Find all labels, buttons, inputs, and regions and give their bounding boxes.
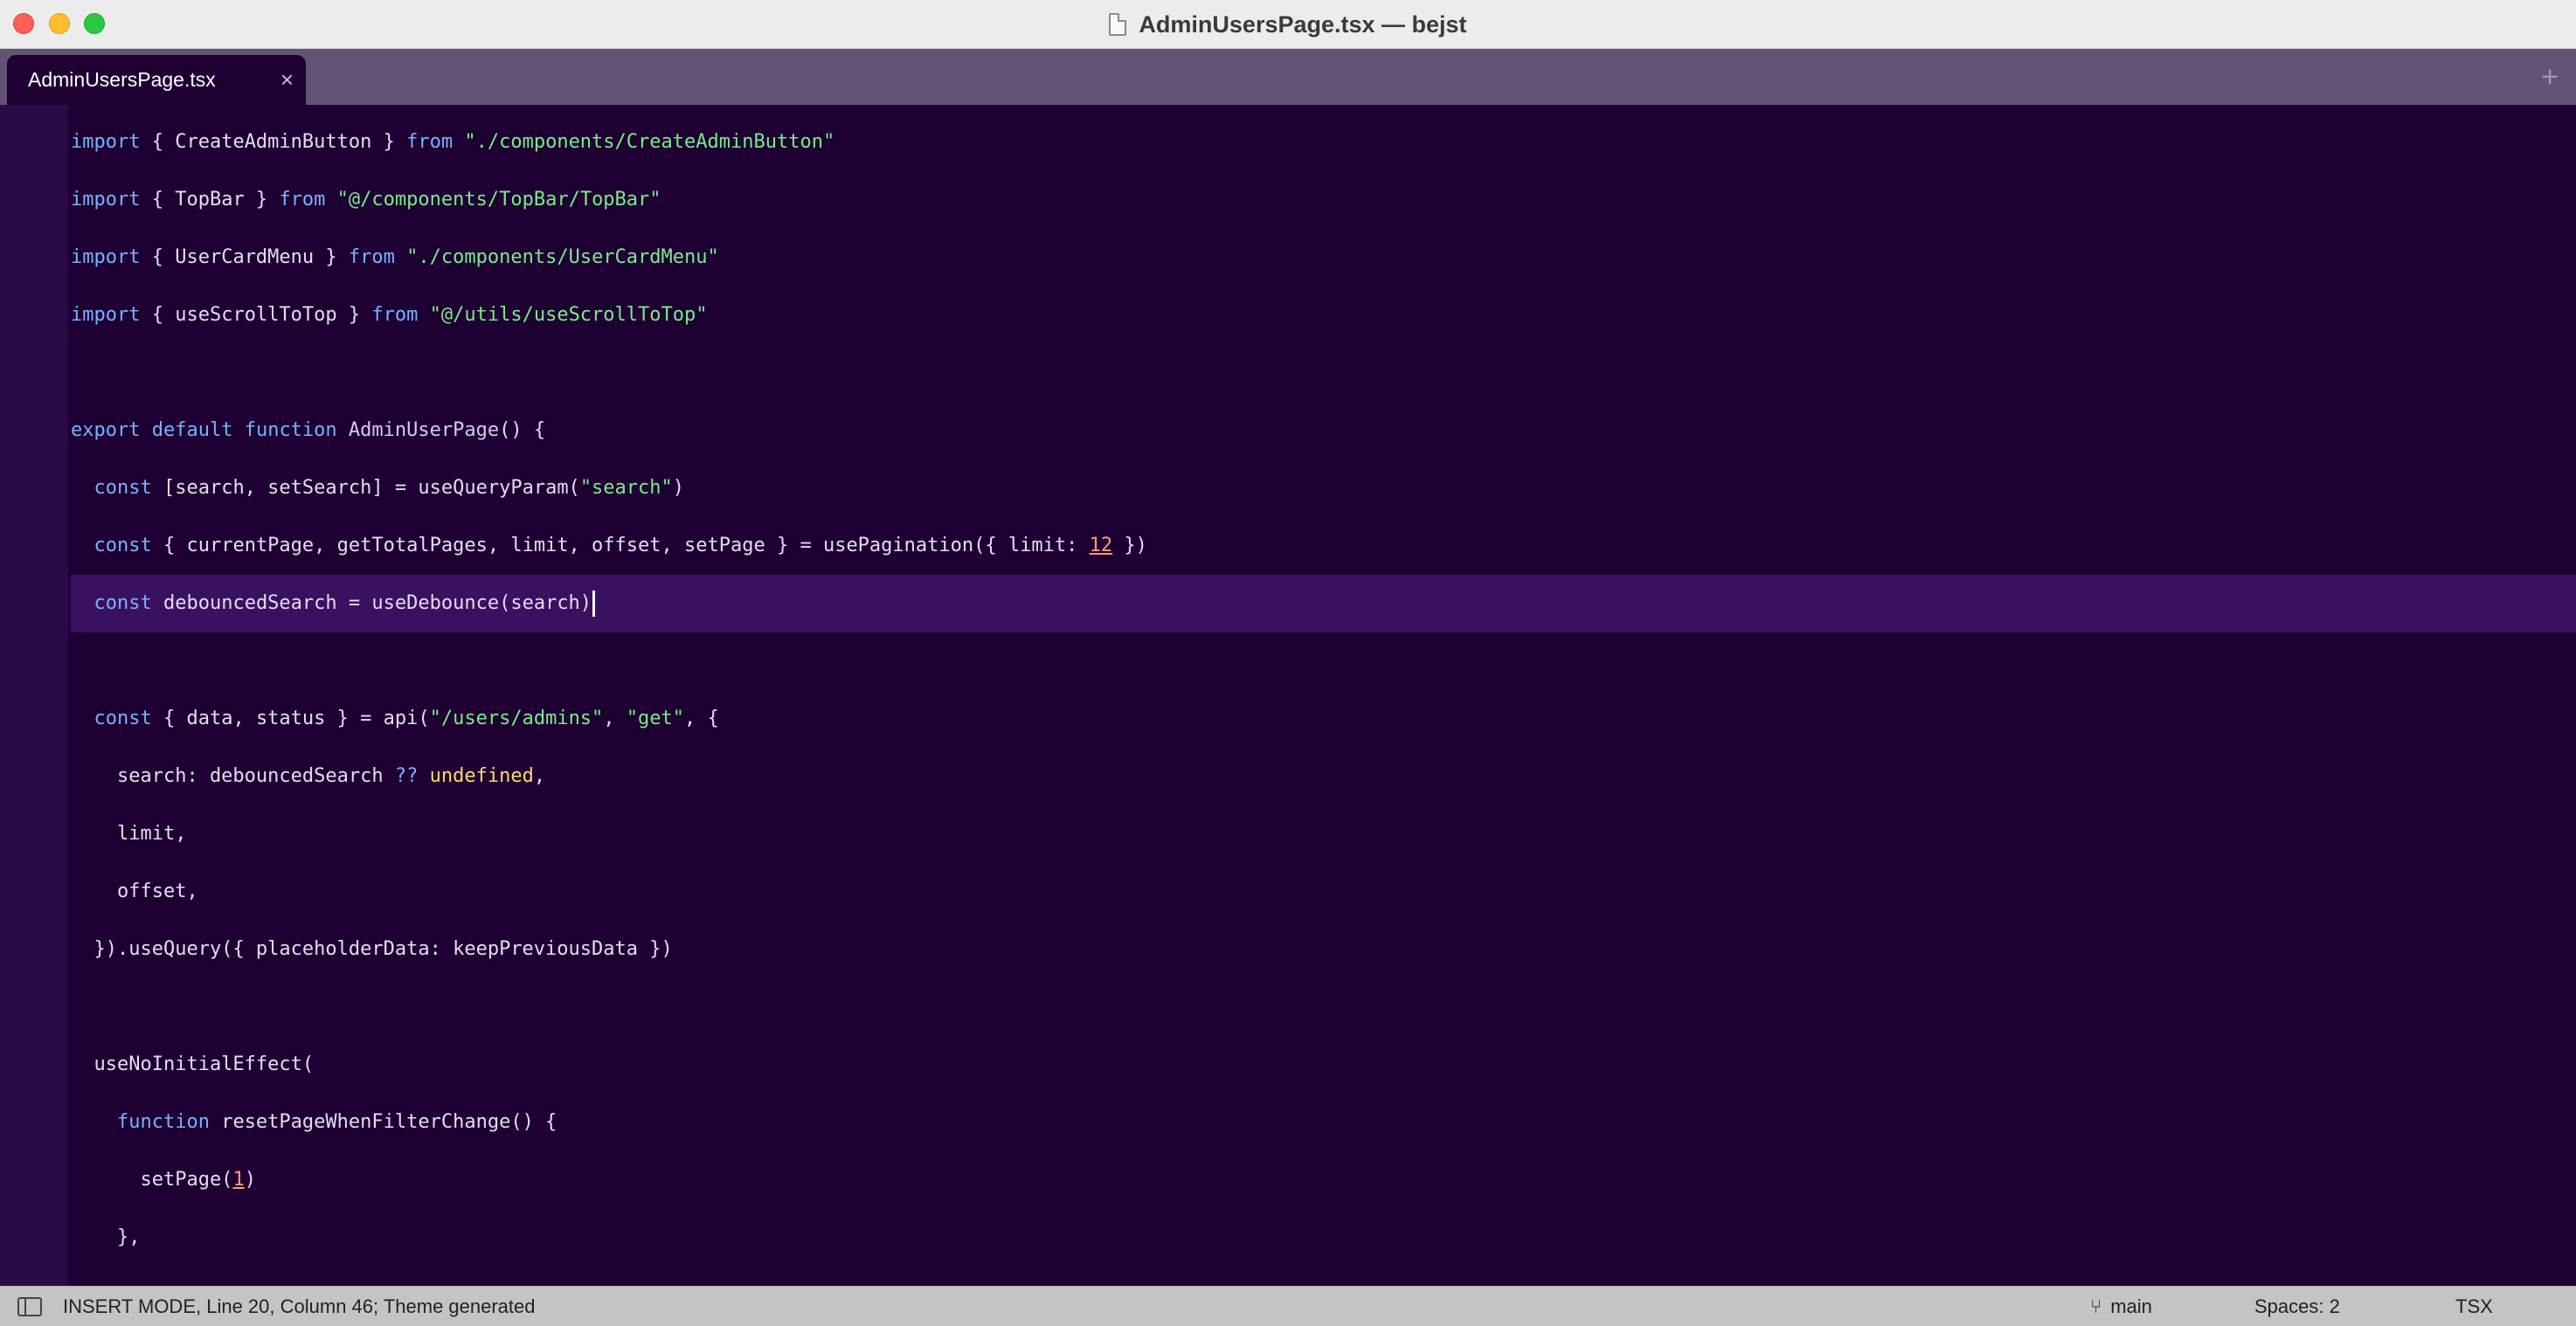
code-line[interactable]: offset, [0, 863, 2576, 921]
code-line[interactable]: import { CreateAdminButton } from "./com… [0, 114, 2576, 171]
tab-label: AdminUsersPage.tsx [28, 68, 216, 91]
code-line[interactable]: import { UserCardMenu } from "./componen… [0, 229, 2576, 287]
code-line[interactable]: }).useQuery({ placeholderData: keepPrevi… [0, 921, 2576, 978]
tab-adminuserspage[interactable]: AdminUsersPage.tsx × [7, 55, 306, 105]
code-line[interactable]: function resetPageWhenFilterChange() { [0, 1094, 2576, 1151]
code-line[interactable]: search: debouncedSearch ?? undefined, [0, 748, 2576, 805]
code-line[interactable]: import { TopBar } from "@/components/Top… [0, 171, 2576, 229]
status-bar: INSERT MODE, Line 20, Column 46; Theme g… [0, 1286, 2576, 1326]
document-icon [1109, 13, 1127, 36]
tab-close-icon[interactable]: × [280, 55, 294, 105]
window-title: AdminUsersPage.tsx — bejst [1139, 10, 1467, 38]
code-editor[interactable]: import { CreateAdminButton } from "./com… [0, 105, 2576, 1286]
code-line[interactable]: useNoInitialEffect( [0, 1036, 2576, 1094]
git-branch[interactable]: ⑂ main [2090, 1287, 2152, 1326]
code-line[interactable]: setPage(1) [0, 1151, 2576, 1209]
code-line[interactable]: const [search, setSearch] = useQueryPara… [0, 459, 2576, 517]
active-code-line[interactable]: const debouncedSearch = useDebounce(sear… [71, 575, 2576, 632]
title-bar: AdminUsersPage.tsx — bejst [0, 0, 2576, 49]
code-line[interactable]: const { data, status } = api("/users/adm… [0, 690, 2576, 748]
indentation-setting[interactable]: Spaces: 2 [2254, 1287, 2340, 1326]
new-tab-button[interactable]: + [2541, 49, 2559, 105]
tab-bar: AdminUsersPage.tsx × + [0, 49, 2576, 105]
code-line[interactable]: export default function AdminUserPage() … [0, 402, 2576, 459]
window-title-container: AdminUsersPage.tsx — bejst [0, 0, 2576, 49]
git-branch-icon: ⑂ [2090, 1295, 2102, 1317]
text-cursor [592, 590, 596, 617]
sidebar-toggle-icon[interactable] [17, 1297, 42, 1316]
code-line[interactable]: }, [0, 1209, 2576, 1267]
code-line[interactable]: import { useScrollToTop } from "@/utils/… [0, 287, 2576, 344]
git-branch-label: main [2110, 1295, 2152, 1317]
code-line[interactable]: const { currentPage, getTotalPages, limi… [0, 517, 2576, 575]
status-mode: INSERT MODE, Line 20, Column 46; Theme g… [63, 1295, 536, 1317]
code-line[interactable]: limit, [0, 805, 2576, 863]
syntax-selector[interactable]: TSX [2455, 1287, 2493, 1326]
